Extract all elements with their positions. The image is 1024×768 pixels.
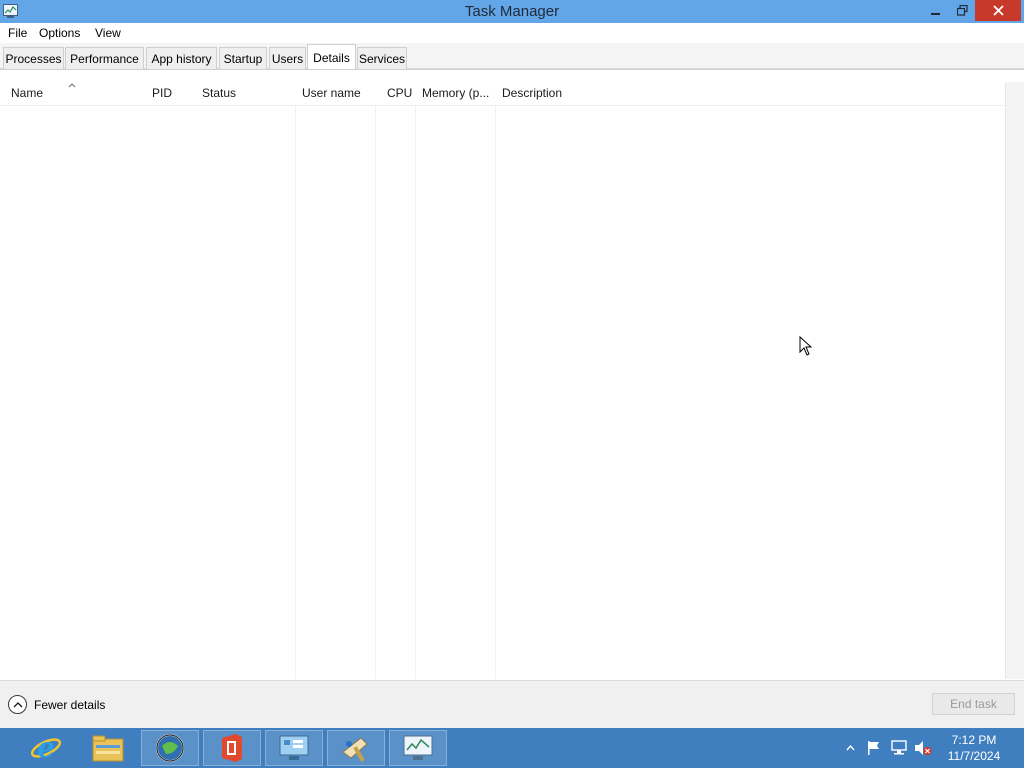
taskbar-clock[interactable]: 7:12 PM 11/7/2024 [940, 732, 1008, 764]
column-header-description[interactable]: Description [502, 86, 562, 100]
column-header-name[interactable]: Name [11, 86, 43, 100]
volume-muted-icon [915, 741, 932, 755]
clock-date: 11/7/2024 [947, 749, 1001, 763]
column-header-pid[interactable]: PID [152, 86, 172, 100]
column-header-memory[interactable]: Memory (p... [422, 86, 489, 100]
browser-globe-icon [156, 734, 184, 762]
footer-bar: Fewer details End task [0, 680, 1024, 728]
tray-show-hidden[interactable] [843, 728, 857, 768]
menu-bar: File Options View [0, 23, 1024, 43]
menu-options[interactable]: Options [39, 25, 80, 41]
window-title: Task Manager [464, 3, 560, 20]
tab-users[interactable]: Users [269, 47, 306, 69]
vertical-scrollbar[interactable] [1005, 82, 1024, 679]
tab-app-history[interactable]: App history [146, 47, 217, 69]
network-icon [891, 740, 907, 755]
task-manager-icon [403, 735, 433, 760]
internet-explorer-icon: e [30, 731, 62, 764]
restore-icon [956, 5, 968, 16]
taskbar-file-explorer[interactable] [79, 730, 137, 766]
title-bar[interactable]: Task Manager [0, 0, 1024, 23]
minimize-button[interactable] [922, 0, 949, 21]
menu-view[interactable]: View [95, 25, 121, 41]
taskbar-task-manager[interactable] [389, 730, 447, 766]
tab-processes[interactable]: Processes [3, 47, 64, 69]
close-button[interactable] [975, 0, 1021, 21]
tab-performance[interactable]: Performance [65, 47, 144, 69]
taskbar-paint[interactable] [327, 730, 385, 766]
flag-icon [868, 741, 879, 755]
column-header-status[interactable]: Status [202, 86, 236, 100]
taskbar: e 7:12 PM 11/7/2024 [0, 728, 1024, 768]
office-icon [222, 734, 242, 762]
taskbar-browser[interactable] [141, 730, 199, 766]
minimize-icon [930, 12, 940, 15]
close-icon [992, 5, 1004, 16]
paint-icon [342, 737, 368, 762]
column-header-user-name[interactable]: User name [302, 86, 361, 100]
end-task-button[interactable]: End task [932, 693, 1015, 715]
menu-file[interactable]: File [8, 25, 27, 41]
taskbar-control-panel[interactable] [265, 730, 323, 766]
tray-action-center[interactable] [864, 728, 884, 768]
control-panel-icon [279, 735, 309, 760]
mouse-pointer-icon [799, 336, 813, 356]
tab-services[interactable]: Services [357, 47, 407, 69]
fewer-details-label: Fewer details [34, 697, 106, 712]
tab-startup[interactable]: Startup [219, 47, 267, 69]
sort-ascending-icon [68, 83, 76, 88]
details-panel: Name PID Status User name CPU Memory (p.… [0, 69, 1024, 680]
svg-text:e: e [37, 731, 55, 764]
show-hidden-icons-icon [845, 745, 855, 751]
file-explorer-icon [92, 735, 124, 762]
tab-strip: Processes Performance App history Startu… [0, 43, 1024, 70]
restore-button[interactable] [949, 0, 975, 21]
tray-network[interactable] [888, 728, 910, 768]
tray-volume[interactable] [912, 728, 934, 768]
fewer-details-button[interactable]: Fewer details [8, 695, 105, 714]
column-header-cpu[interactable]: CPU [387, 86, 412, 100]
taskbar-internet-explorer[interactable]: e [17, 730, 75, 766]
tab-details[interactable]: Details [307, 44, 356, 70]
taskbar-office[interactable] [203, 730, 261, 766]
chevron-up-icon [8, 695, 27, 714]
column-header-row: Name PID Status User name CPU Memory (p.… [0, 82, 1005, 106]
clock-time: 7:12 PM [951, 733, 997, 747]
process-list[interactable] [0, 107, 1005, 679]
